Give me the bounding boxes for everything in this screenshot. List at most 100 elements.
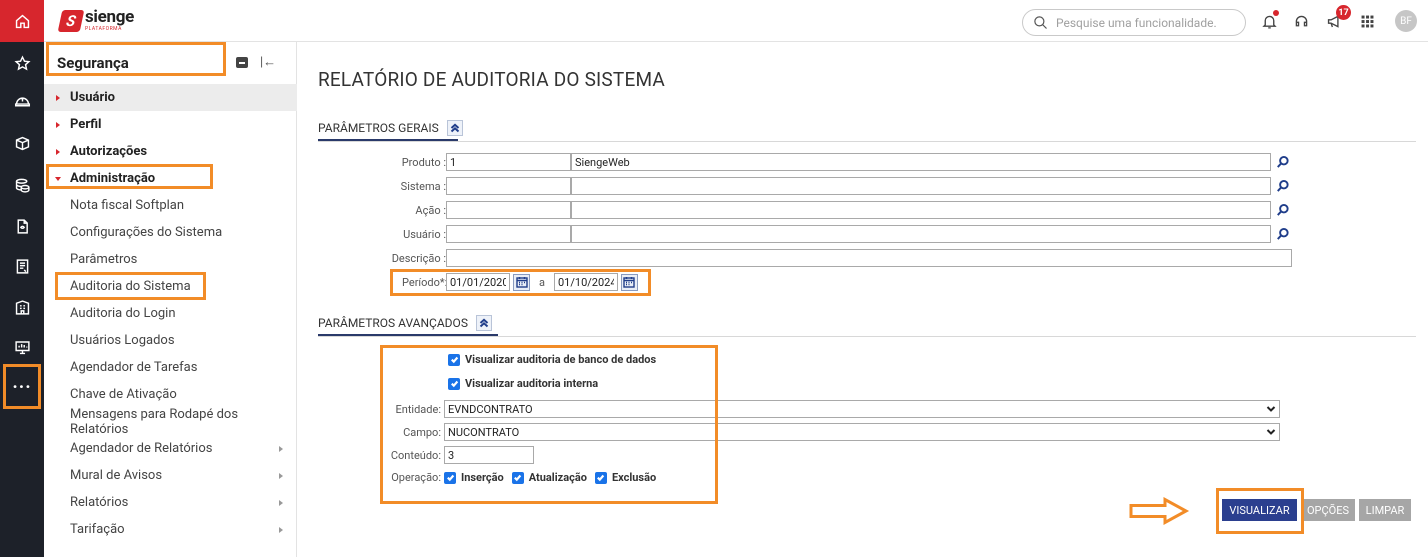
chk-internal-audit[interactable]: Visualizar auditoria interna — [448, 377, 598, 390]
operacao-label: Operação: — [391, 471, 441, 484]
chevron-right-icon — [279, 446, 283, 452]
search-icon[interactable] — [1275, 178, 1291, 194]
chk-db-audit[interactable]: Visualizar auditoria de banco de dados — [448, 353, 656, 366]
brand-logo[interactable]: S sienge PLATAFORMA — [57, 9, 134, 32]
chevron-down-icon — [1266, 429, 1276, 435]
sidebar: Segurança |← Usuário Perfil Autorizações… — [44, 42, 297, 557]
chk-op-delete[interactable]: Exclusão — [594, 471, 656, 484]
sistema-row: Sistema : — [388, 177, 1291, 195]
coins-icon[interactable] — [0, 170, 44, 200]
notifications-icon[interactable] — [1259, 10, 1279, 31]
periodo-start-field[interactable] — [446, 273, 510, 291]
conteudo-field[interactable] — [444, 446, 534, 464]
sidebar-group-perfil[interactable]: Perfil — [44, 111, 297, 138]
sidebar-item-usuarios-logados[interactable]: Usuários Logados — [44, 327, 297, 354]
operacao-row: Operação: Inserção Atualização Exclusão — [386, 471, 656, 484]
chevron-down-icon — [1266, 406, 1276, 412]
sidebar-header: Segurança |← — [44, 42, 297, 82]
announcements-badge: 17 — [1336, 5, 1351, 20]
sidebar-item-chave-ativacao[interactable]: Chave de Ativação — [44, 381, 297, 408]
calendar-icon[interactable] — [620, 273, 638, 291]
helmet-icon[interactable] — [0, 86, 44, 116]
opcoes-button[interactable]: OPÇÕES — [1301, 499, 1355, 521]
sidebar-item-agendador-tarefas[interactable]: Agendador de Tarefas — [44, 354, 297, 381]
sistema-name-field[interactable] — [571, 177, 1271, 195]
sidebar-item-configuracoes[interactable]: Configurações do Sistema — [44, 219, 297, 246]
sidebar-item-relatorios[interactable]: Relatórios — [44, 489, 297, 516]
search-input[interactable] — [1056, 15, 1226, 30]
star-icon[interactable] — [0, 48, 44, 78]
chevron-down-icon — [55, 177, 61, 181]
chevron-right-icon — [279, 473, 283, 479]
sidebar-item-tarifacao[interactable]: Tarifação — [44, 516, 297, 543]
sidebar-item-auditoria-sistema[interactable]: Auditoria do Sistema — [44, 273, 297, 300]
checkbox-checked-icon — [594, 471, 607, 484]
calendar-icon[interactable] — [513, 273, 530, 291]
more-icon[interactable]: ··· — [0, 372, 44, 402]
chk-internal-row: Visualizar auditoria interna — [448, 377, 598, 390]
search-icon[interactable] — [1275, 154, 1291, 170]
chk-op-update[interactable]: Atualização — [511, 471, 587, 484]
conteudo-label: Conteúdo: — [390, 448, 441, 462]
chk-db-row: Visualizar auditoria de banco de dados — [448, 353, 656, 366]
search-box[interactable] — [1022, 9, 1246, 36]
entidade-select[interactable]: EVNDCONTRATO — [444, 400, 1280, 418]
sidebar-item-agendador-relatorios[interactable]: Agendador de Relatórios — [44, 435, 297, 462]
building-icon[interactable] — [0, 292, 44, 322]
box-icon[interactable] — [0, 128, 44, 158]
brand-sub: PLATAFORMA — [85, 26, 122, 32]
visualizar-button[interactable]: VISUALIZAR — [1222, 499, 1297, 521]
search-icon[interactable] — [1275, 202, 1291, 218]
report-icon[interactable] — [0, 251, 44, 281]
headset-icon[interactable] — [1291, 11, 1311, 31]
monitor-icon[interactable] — [0, 332, 44, 362]
usuario-label: Usuário : — [403, 227, 446, 241]
checkbox-checked-icon — [511, 471, 524, 484]
collapse-section-icon[interactable] — [446, 120, 463, 136]
limpar-button[interactable]: LIMPAR — [1359, 499, 1411, 521]
chevron-right-icon — [56, 149, 60, 155]
user-avatar[interactable]: BF — [1395, 10, 1417, 32]
collapse-sidebar-icon[interactable]: |← — [260, 54, 276, 70]
apps-grid-icon[interactable] — [1357, 11, 1377, 31]
periodo-label: Período*: — [402, 275, 448, 289]
sidebar-group-usuario[interactable]: Usuário — [44, 84, 297, 111]
sidebar-item-parametros[interactable]: Parâmetros — [44, 246, 297, 273]
campo-select[interactable]: NUCONTRATO — [444, 423, 1280, 441]
page-title: RELATÓRIO DE AUDITORIA DO SISTEMA — [318, 68, 665, 91]
search-icon — [1034, 16, 1047, 29]
sidebar-item-auditoria-login[interactable]: Auditoria do Login — [44, 300, 297, 327]
megaphone-icon[interactable]: 17 — [1324, 5, 1351, 31]
collapse-all-icon[interactable] — [236, 57, 248, 68]
produto-label: Produto : — [401, 155, 446, 169]
usuario-row: Usuário : — [388, 225, 1291, 243]
chevron-right-icon — [279, 500, 283, 506]
usuario-code-field[interactable] — [446, 225, 571, 243]
periodo-end-field[interactable] — [553, 273, 618, 291]
descricao-field[interactable] — [446, 249, 1292, 267]
arrow-right-icon — [1129, 497, 1190, 525]
checkbox-checked-icon — [448, 377, 460, 390]
usuario-name-field[interactable] — [571, 225, 1271, 243]
chevron-right-icon — [56, 95, 60, 101]
campo-label: Campo: — [403, 425, 441, 439]
produto-code-field[interactable] — [446, 153, 571, 171]
acao-name-field[interactable] — [571, 201, 1271, 219]
sistema-code-field[interactable] — [446, 177, 571, 195]
sidebar-group-administracao[interactable]: Administração — [44, 165, 297, 192]
sidebar-item-nota-fiscal[interactable]: Nota fiscal Softplan — [44, 192, 297, 219]
search-icon[interactable] — [1275, 226, 1291, 242]
document-icon[interactable] — [0, 211, 44, 241]
sidebar-menu: Usuário Perfil Autorizações Administraçã… — [44, 84, 297, 543]
chk-op-insert[interactable]: Inserção — [444, 471, 504, 484]
section-general-title: PARÂMETROS GERAIS — [318, 121, 439, 135]
acao-code-field[interactable] — [446, 201, 571, 219]
sidebar-item-mural-avisos[interactable]: Mural de Avisos — [44, 462, 297, 489]
sidebar-group-autorizacoes[interactable]: Autorizações — [44, 138, 297, 165]
sidebar-title: Segurança — [57, 54, 129, 72]
produto-name-field[interactable] — [571, 153, 1271, 171]
collapse-section-icon[interactable] — [475, 315, 492, 331]
descricao-label: Descrição : — [391, 251, 446, 265]
sidebar-item-mensagens-rodape[interactable]: Mensagens para Rodapé dos Relatórios — [44, 407, 297, 437]
home-icon[interactable] — [0, 0, 44, 42]
